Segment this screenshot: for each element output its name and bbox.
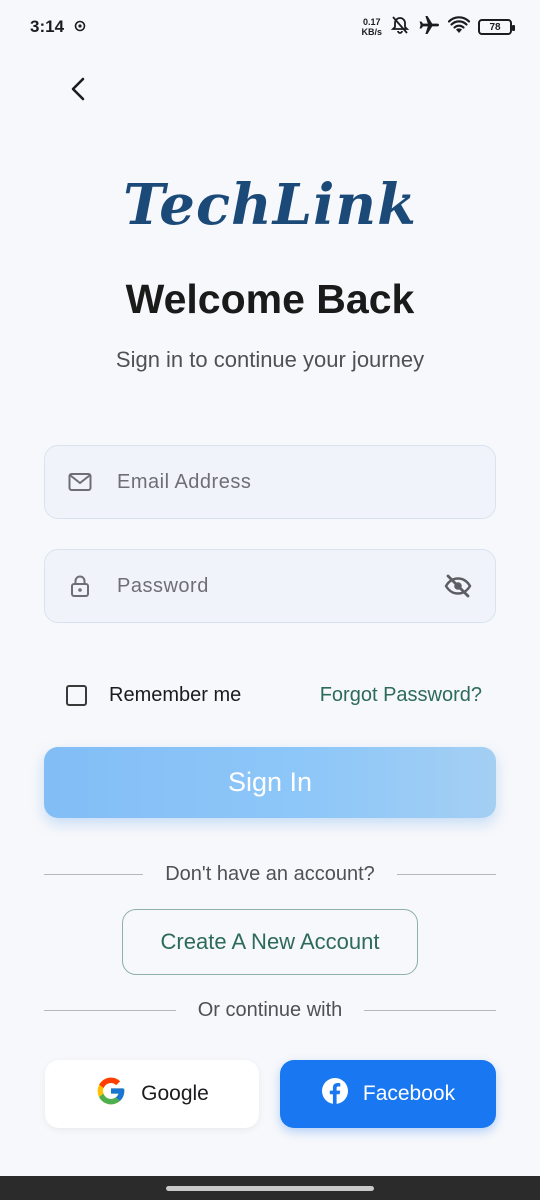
no-account-text: Don't have an account? xyxy=(165,862,375,885)
status-time: 3:14 xyxy=(30,17,65,36)
page-subtitle: Sign in to continue your journey xyxy=(115,347,425,372)
password-input[interactable] xyxy=(117,574,443,598)
google-icon xyxy=(95,1075,127,1113)
email-field-container[interactable] xyxy=(44,445,496,519)
facebook-label: Facebook xyxy=(362,1082,456,1105)
chevron-left-icon xyxy=(69,76,87,107)
sign-in-button[interactable]: Sign In xyxy=(44,747,496,818)
remember-row: Remember me Forgot Password? xyxy=(66,676,482,714)
bell-off-icon xyxy=(390,15,410,40)
battery-icon: 78 xyxy=(478,19,515,35)
divider-line xyxy=(44,1009,176,1011)
airplane-icon xyxy=(418,15,440,40)
divider-line xyxy=(396,873,496,875)
divider-line xyxy=(364,1009,497,1011)
back-button[interactable] xyxy=(62,74,94,108)
sync-icon xyxy=(74,17,86,37)
continue-with-divider: Or continue with xyxy=(44,995,497,1025)
system-nav-bar xyxy=(0,1176,540,1200)
home-gesture-handle[interactable] xyxy=(166,1186,374,1191)
remember-me-label: Remember me xyxy=(109,683,242,706)
divider-line xyxy=(44,873,144,875)
facebook-icon xyxy=(321,1077,349,1111)
no-account-divider: Don't have an account? xyxy=(44,859,496,889)
google-label: Google xyxy=(141,1082,209,1105)
eye-off-icon[interactable] xyxy=(443,573,473,599)
app-logo: TechLink xyxy=(123,172,417,238)
remember-me-toggle[interactable]: Remember me xyxy=(66,684,241,707)
password-field-container[interactable] xyxy=(44,549,496,623)
status-bar: 3:14 0.17 KB/s 78 xyxy=(0,0,540,54)
google-sign-in-button[interactable]: Google xyxy=(45,1060,259,1128)
continue-with-text: Or continue with xyxy=(197,998,343,1021)
facebook-sign-in-button[interactable]: Facebook xyxy=(280,1060,496,1128)
network-speed: 0.17 KB/s xyxy=(361,17,382,37)
create-account-button[interactable]: Create A New Account xyxy=(122,909,418,975)
forgot-password-link[interactable]: Forgot Password? xyxy=(320,684,482,707)
remember-me-checkbox[interactable] xyxy=(66,684,87,706)
mail-icon xyxy=(67,469,93,495)
wifi-icon xyxy=(447,15,471,39)
page-title: Welcome Back xyxy=(125,276,415,322)
email-input[interactable] xyxy=(117,470,473,494)
lock-icon xyxy=(67,573,93,599)
